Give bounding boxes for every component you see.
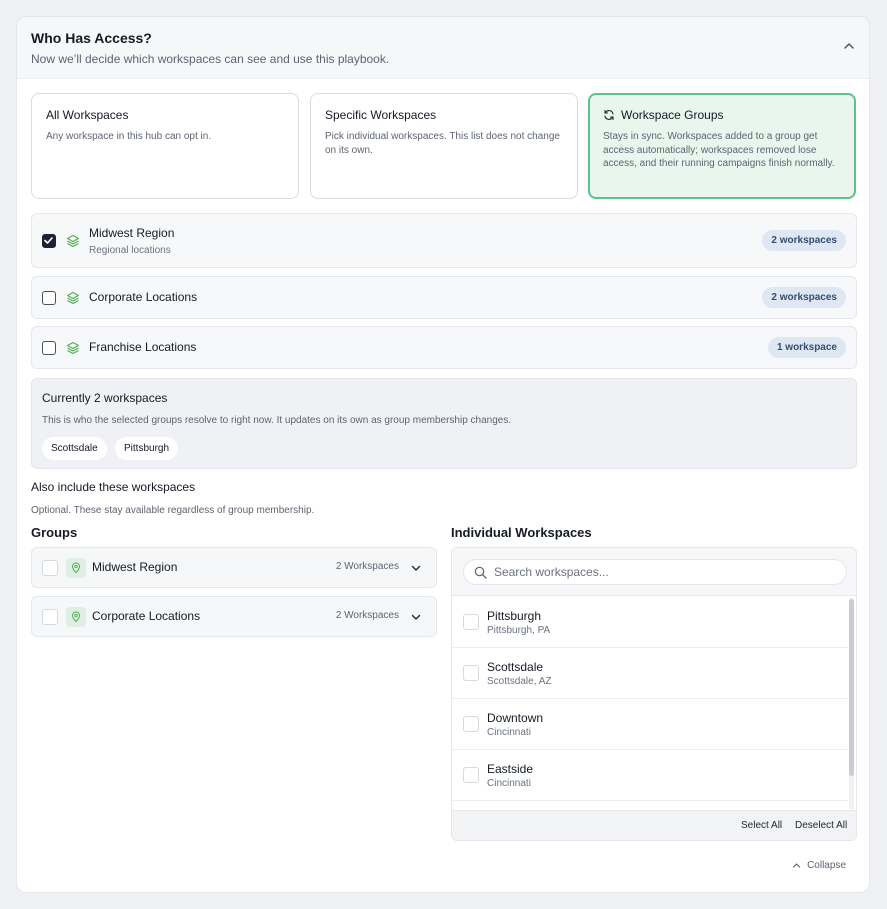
option-all-workspaces[interactable]: All Workspaces Any workspace in this hub…	[31, 93, 299, 199]
workspace-count-badge: 1 workspace	[767, 337, 846, 358]
group-card-name: Midwest Region	[92, 560, 178, 574]
group-name: Midwest Region	[89, 226, 175, 240]
workspace-location: Pittsburgh, PA	[487, 625, 551, 636]
group-subtitle: Regional locations	[89, 245, 171, 256]
sync-icon	[604, 109, 614, 121]
individual-workspaces-panel: Pittsburgh Pittsburgh, PA Scottsdale Sco…	[451, 547, 857, 841]
workspace-checkbox[interactable]	[463, 767, 479, 783]
workspace-name: Downtown	[487, 711, 544, 725]
workspace-count-badge: 2 workspaces	[762, 230, 846, 251]
group-card-checkbox[interactable]	[42, 609, 58, 625]
section-subtitle: Now we’ll decide which workspaces can se…	[31, 52, 390, 66]
list-footer: Select All Deselect All	[452, 810, 856, 840]
group-card-name: Corporate Locations	[92, 609, 201, 623]
option-title: Specific Workspaces	[325, 108, 437, 122]
option-description: Pick individual workspaces. This list do…	[325, 131, 560, 156]
individual-column-title: Individual Workspaces	[451, 525, 592, 540]
collapse-button[interactable]: Collapse	[792, 860, 846, 871]
also-include-description: Optional. These stay available regardles…	[31, 505, 315, 516]
current-description: This is who the selected groups resolve …	[42, 415, 512, 426]
group-card-midwest-region[interactable]: Midwest Region 2 Workspaces	[31, 547, 437, 588]
layers-icon	[66, 234, 80, 248]
access-card: Who Has Access? Now we’ll decide which w…	[16, 16, 870, 893]
check-icon	[44, 237, 53, 244]
chevron-down-icon[interactable]	[410, 611, 422, 623]
group-checkbox[interactable]	[42, 341, 56, 355]
access-header[interactable]: Who Has Access? Now we’ll decide which w…	[17, 17, 869, 79]
list-item[interactable]: Downtown Cincinnati	[452, 699, 848, 750]
list-item[interactable]: Pittsburgh Pittsburgh, PA	[452, 597, 848, 648]
current-workspaces-panel: Currently 2 workspaces This is who the s…	[31, 378, 857, 469]
chevron-up-icon[interactable]	[843, 40, 855, 52]
workspace-name: Scottsdale	[487, 660, 544, 674]
select-all-button[interactable]: Select All	[741, 820, 782, 831]
group-name: Franchise Locations	[89, 340, 197, 354]
workspace-checkbox[interactable]	[463, 614, 479, 630]
option-workspace-groups[interactable]: Workspace Groups Stays in sync. Workspac…	[588, 93, 856, 199]
chevron-up-icon	[792, 863, 801, 868]
option-title: Workspace Groups	[621, 108, 724, 122]
list-item[interactable]: Eastside Cincinnati	[452, 750, 848, 801]
option-title: All Workspaces	[46, 108, 129, 122]
search-box[interactable]	[463, 559, 847, 585]
group-row-corporate-locations[interactable]: Corporate Locations 2 workspaces	[31, 276, 857, 319]
section-title: Who Has Access?	[31, 30, 152, 46]
group-card-count: 2 Workspaces	[335, 610, 399, 621]
workspace-checkbox[interactable]	[463, 665, 479, 681]
group-card-corporate-locations[interactable]: Corporate Locations 2 Workspaces	[31, 596, 437, 637]
group-row-midwest-region[interactable]: Midwest Region Regional locations 2 work…	[31, 213, 857, 268]
workspace-list[interactable]: Pittsburgh Pittsburgh, PA Scottsdale Sco…	[452, 597, 848, 811]
scrollbar-thumb[interactable]	[849, 599, 854, 776]
chevron-down-icon[interactable]	[410, 562, 422, 574]
also-include-title: Also include these workspaces	[31, 480, 196, 494]
option-specific-workspaces[interactable]: Specific Workspaces Pick individual work…	[310, 93, 578, 199]
workspace-name: Eastside	[487, 762, 534, 776]
group-card-count: 2 Workspaces	[335, 561, 399, 572]
group-card-checkbox[interactable]	[42, 560, 58, 576]
option-description: Any workspace in this hub can opt in.	[46, 131, 212, 142]
search-icon	[474, 566, 487, 579]
group-name: Corporate Locations	[89, 290, 198, 304]
workspace-location: Cincinnati	[487, 778, 531, 789]
layers-icon	[66, 341, 80, 355]
workspace-location: Scottsdale, AZ	[487, 676, 552, 687]
workspace-checkbox[interactable]	[463, 716, 479, 732]
group-checkbox[interactable]	[42, 234, 56, 248]
workspace-chip: Scottsdale	[42, 437, 107, 460]
workspace-name: Pittsburgh	[487, 609, 542, 623]
location-pin-icon	[66, 607, 86, 627]
option-description: Stays in sync. Workspaces added to a gro…	[603, 131, 835, 169]
workspace-location: Cincinnati	[487, 727, 531, 738]
list-item[interactable]: Scottsdale Scottsdale, AZ	[452, 648, 848, 699]
workspace-chip: Pittsburgh	[115, 437, 179, 460]
search-input[interactable]	[494, 563, 834, 581]
deselect-all-button[interactable]: Deselect All	[795, 820, 847, 831]
groups-column-title: Groups	[31, 525, 78, 540]
workspace-count-badge: 2 workspaces	[762, 287, 846, 308]
group-checkbox[interactable]	[42, 291, 56, 305]
group-row-franchise-locations[interactable]: Franchise Locations 1 workspace	[31, 326, 857, 369]
location-pin-icon	[66, 558, 86, 578]
collapse-label: Collapse	[807, 860, 846, 871]
current-title: Currently 2 workspaces	[42, 391, 168, 405]
layers-icon	[66, 291, 80, 305]
